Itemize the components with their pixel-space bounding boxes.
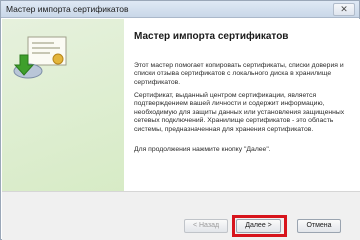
wizard-side-banner <box>2 19 124 191</box>
back-button[interactable]: < Назад <box>184 219 228 233</box>
next-button-highlight <box>232 215 287 237</box>
description-paragraph: Сертификат, выданный центром сертификаци… <box>134 92 345 133</box>
wizard-content: Мастер импорта сертификатов Этот мастер … <box>124 19 360 191</box>
window-title: Мастер импорта сертификатов <box>6 4 129 14</box>
title-bar[interactable]: Мастер импорта сертификатов ✕ <box>1 1 359 18</box>
import-wizard-window: Мастер импорта сертификатов ✕ Мастер имп… <box>0 0 360 240</box>
certificate-import-icon <box>13 36 67 79</box>
intro-paragraph: Этот мастер помогает копировать сертифик… <box>134 62 344 86</box>
close-button[interactable]: ✕ <box>333 3 355 16</box>
page-heading: Мастер импорта сертификатов <box>134 31 289 42</box>
cancel-button[interactable]: Отмена <box>297 219 341 233</box>
continue-hint: Для продолжения нажмите кнопку "Далее". <box>134 146 271 153</box>
